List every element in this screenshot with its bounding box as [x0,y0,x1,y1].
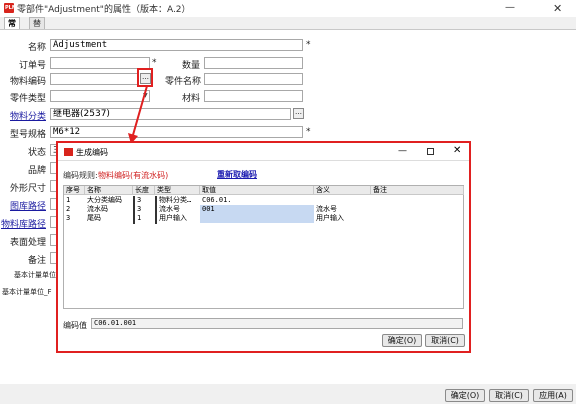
cancel-button[interactable]: 取消(C) [489,389,529,402]
apply-button[interactable]: 应用(A) [533,389,573,402]
material-class-browse-button[interactable]: … [293,108,304,119]
segment-name: 尾码 [87,214,101,222]
close-button[interactable]: ✕ [553,2,562,15]
part-name-label: 零件名称 [164,77,201,87]
material-class-field[interactable]: 继电器(2537) [50,108,291,120]
dialog-maximize-button[interactable] [427,148,434,155]
rule-label: 编码规则: [63,171,98,180]
dialog-ok-button[interactable]: 确定(O) [382,334,422,347]
row-number: 1 [66,196,71,204]
segment-name: 流水码 [87,205,108,213]
segment-meaning [314,196,371,205]
segment-length: 3 [137,196,142,204]
order-label: 订单号 [18,61,46,71]
segment-type: 物料分类… [159,196,192,204]
segment-value[interactable]: 001 [200,205,314,214]
column-divider [133,196,135,224]
code-value-label: 编码值 [63,321,87,330]
name-label: 名称 [27,43,46,53]
segment-meaning: 用户输入 [316,214,344,222]
rule-value: 物料编码(有流水码) [98,171,169,180]
table-row[interactable]: 3 尾码 1 用户输入 用户输入 [64,214,464,223]
status-label: 状态 [27,148,46,158]
required-mark: * [306,127,311,137]
dialog-close-button[interactable]: ✕ [453,145,461,156]
segment-note [371,205,464,214]
required-mark: * [152,58,157,68]
dimension-label: 外形尺寸 [9,184,46,194]
segment-length: 1 [137,214,142,222]
segment-type: 用户输入 [159,214,187,222]
column-header[interactable]: 备注 [371,186,464,195]
column-header[interactable]: 长度 [133,186,155,195]
ok-button[interactable]: 确定(O) [445,389,485,402]
material-code-label: 物料编码 [9,77,46,87]
table-row[interactable]: 1 大分类编码 3 物料分类… C06.01. [64,196,464,205]
table-row[interactable]: 2 流水码 3 流水号 001 流水号 [64,205,464,214]
column-header[interactable]: 含义 [314,186,371,195]
order-field[interactable] [50,57,150,69]
model-field[interactable]: M6*12 [50,126,303,138]
remark-label: 备注 [27,256,46,266]
arrow-annotation [128,85,148,144]
drawing-path-link[interactable]: 图库路径 [0,199,46,212]
unit1-label: 基本计量单位 [14,271,56,279]
column-divider [155,196,157,224]
unit2-label: 基本计量单位_F [2,288,52,296]
part-name-field[interactable] [204,73,303,85]
column-header[interactable]: 类型 [155,186,200,195]
material-class-link[interactable]: 物料分类 [4,109,46,122]
name-field[interactable]: Adjustment [50,39,303,51]
qty-field[interactable] [204,57,303,69]
code-segment-grid: 序号 名称 长度 类型 取值 含义 备注 1 大分类编码 3 物料分类… C06… [63,185,464,309]
code-value-field: C06.01.001 [91,318,463,329]
brand-label: 品牌 [27,166,46,176]
segment-meaning: 流水号 [316,205,337,213]
surface-label: 表面处理 [9,238,46,248]
column-header[interactable]: 名称 [85,186,133,195]
segment-type: 流水号 [159,205,180,213]
app-logo-icon [64,148,73,156]
material-path-link[interactable]: 物料库路径 [0,217,46,230]
generate-code-dialog: 生成编码 — ✕ 编码规则: 物料编码(有流水码) 重新取编码 序号 名称 长度… [56,141,471,353]
part-type-label: 零件类型 [9,94,46,104]
dialog-cancel-button[interactable]: 取消(C) [425,334,465,347]
app-logo-icon: PLM [4,3,17,13]
column-header[interactable]: 序号 [64,186,85,195]
dialog-title: 生成编码 [76,148,108,157]
column-header[interactable]: 取值 [200,186,314,195]
segment-note [371,214,464,223]
qty-label: 数量 [181,61,200,71]
window-titlebar: PLM 零部件"Adjustment"的属性（版本：A.2） — ✕ [0,0,576,17]
material-label: 材料 [181,94,200,104]
dialog-minimize-button[interactable]: — [398,146,407,156]
segment-note [371,196,464,205]
required-mark: * [306,40,311,50]
material-field[interactable] [204,90,303,102]
segment-value[interactable] [200,214,314,223]
model-label: 型号规格 [9,130,46,140]
row-number: 3 [66,214,71,222]
grid-header-row: 序号 名称 长度 类型 取值 含义 备注 [64,186,464,195]
segment-value[interactable]: C06.01. [200,196,314,205]
segment-name: 大分类编码 [87,196,122,204]
row-number: 2 [66,205,71,213]
minimize-button[interactable]: — [505,2,515,13]
segment-length: 3 [137,205,142,213]
reset-code-link[interactable]: 重新取编码 [217,169,257,180]
material-code-field[interactable] [50,73,138,85]
footer-bar: 确定(O) 取消(C) 应用(A) [0,384,576,404]
window-title: 零部件"Adjustment"的属性（版本：A.2） [17,5,191,15]
dialog-titlebar: 生成编码 — ✕ [58,143,469,161]
